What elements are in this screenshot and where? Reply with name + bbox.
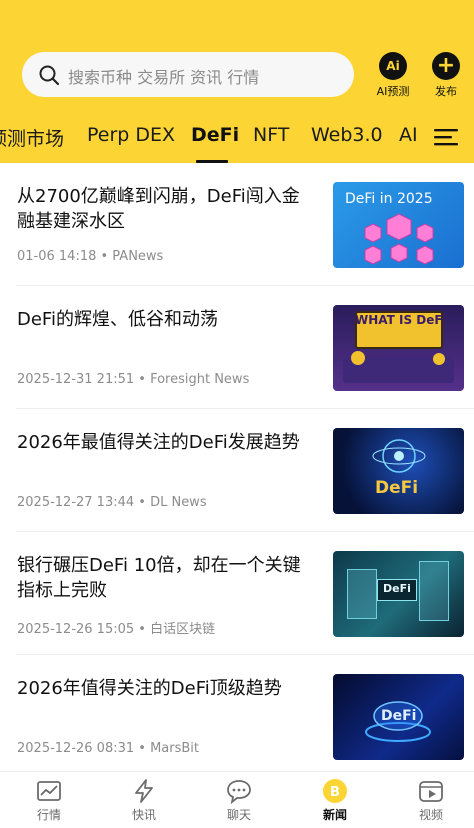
video-icon — [419, 781, 443, 802]
nav-label: 新闻 — [322, 808, 347, 822]
search-icon — [39, 65, 60, 86]
nav-label: 快讯 — [131, 808, 156, 822]
thumbnail-caption: DeFi — [375, 478, 419, 498]
tab-perp-dex[interactable]: Perp DEX — [87, 124, 175, 146]
article-thumbnail: WHAT IS DeFi — [333, 305, 464, 391]
article-thumbnail: DeFi — [333, 428, 464, 514]
bottom-navigation: 行情 快讯 聊天 B 新闻 视频 — [0, 771, 474, 828]
article-thumbnail: DeFi — [333, 674, 464, 760]
chat-icon — [227, 780, 251, 804]
news-card[interactable]: 从2700亿巅峰到闪崩，DeFi闯入金融基建深水区 01-06 14:18 • … — [0, 163, 474, 286]
blocks-illustration — [364, 213, 434, 265]
news-card[interactable]: 银行碾压DeFi 10倍，却在一个关键指标上完败 2025-12-26 15:0… — [0, 532, 474, 655]
tab-web3[interactable]: Web3.0 — [311, 124, 383, 146]
tab-nft[interactable]: NFT — [253, 124, 289, 146]
top-header: 搜索币种 交易所 资讯 行情 Ai AI预测 + 发布 预测市场 Perp DE… — [0, 0, 474, 163]
search-placeholder: 搜索币种 交易所 资讯 行情 — [68, 68, 260, 87]
nav-item-news[interactable]: B 新闻 — [305, 778, 365, 823]
article-title: 2026年值得关注的DeFi顶级趋势 — [17, 678, 282, 699]
ai-predict-button[interactable]: Ai AI预测 — [373, 52, 413, 99]
plus-icon: + — [432, 52, 460, 80]
article-meta: 2025-12-26 15:05 • 白话区块链 — [17, 622, 216, 637]
chart-icon — [37, 781, 61, 801]
thumbnail-caption: DeFi — [383, 582, 411, 595]
article-title: 从2700亿巅峰到闪崩，DeFi闯入金融基建深水区 — [17, 186, 300, 232]
news-coin-icon: B — [323, 779, 347, 803]
tab-prediction-market[interactable]: 预测市场 — [0, 124, 64, 151]
menu-icon[interactable] — [434, 128, 458, 146]
ai-predict-label: AI预测 — [376, 85, 410, 98]
publish-button[interactable]: + 发布 — [426, 52, 466, 99]
publish-label: 发布 — [435, 85, 457, 98]
nav-item-market[interactable]: 行情 — [19, 778, 79, 823]
ai-predict-icon: Ai — [379, 52, 407, 80]
nav-label: 视频 — [418, 808, 443, 822]
thumbnail-caption: WHAT IS DeFi — [355, 313, 447, 327]
nav-item-flash[interactable]: 快讯 — [114, 778, 174, 823]
news-card[interactable]: DeFi的辉煌、低谷和动荡 2025-12-31 21:51 • Foresig… — [0, 286, 474, 409]
tab-defi[interactable]: DeFi — [191, 124, 239, 146]
article-meta: 2025-12-27 13:44 • DL News — [17, 495, 207, 510]
svg-text:B: B — [330, 785, 340, 800]
search-input[interactable]: 搜索币种 交易所 资讯 行情 — [22, 52, 354, 97]
article-meta: 01-06 14:18 • PANews — [17, 249, 164, 264]
nav-item-chat[interactable]: 聊天 — [209, 778, 269, 823]
lightning-icon — [135, 779, 153, 803]
article-thumbnail: DeFi in 2025 — [333, 182, 464, 268]
news-card[interactable]: 2026年最值得关注的DeFi发展趋势 2025-12-27 13:44 • D… — [0, 409, 474, 532]
article-meta: 2025-12-31 21:51 • Foresight News — [17, 372, 250, 387]
network-globe-illustration — [372, 439, 426, 473]
news-card[interactable]: 2026年值得关注的DeFi顶级趋势 2025-12-26 08:31 • Ma… — [0, 655, 474, 778]
article-title: 银行碾压DeFi 10倍，却在一个关键指标上完败 — [17, 555, 301, 601]
thumbnail-caption: DeFi in 2025 — [345, 191, 433, 207]
nav-item-video[interactable]: 视频 — [401, 778, 461, 823]
tab-ai[interactable]: AI — [399, 124, 418, 146]
article-title: 2026年最值得关注的DeFi发展趋势 — [17, 432, 300, 453]
article-thumbnail: DeFi — [333, 551, 464, 637]
article-meta: 2025-12-26 08:31 • MarsBit — [17, 741, 200, 756]
thumbnail-caption: DeFi — [381, 708, 417, 724]
nav-label: 聊天 — [226, 808, 251, 822]
nav-label: 行情 — [36, 808, 61, 822]
article-title: DeFi的辉煌、低谷和动荡 — [17, 309, 218, 330]
category-tabs: 预测市场 Perp DEX DeFi NFT Web3.0 AI — [0, 118, 474, 163]
